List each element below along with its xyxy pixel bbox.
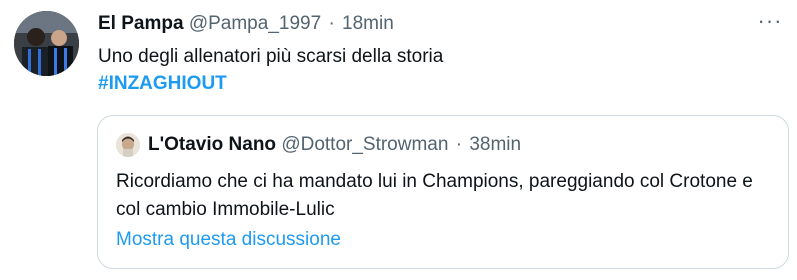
quoted-separator-dot: · xyxy=(455,134,463,155)
more-horizontal-icon: ··· xyxy=(757,8,783,33)
author-name[interactable]: El Pampa xyxy=(98,13,184,34)
author-handle[interactable]: @Pampa_1997 xyxy=(189,13,321,34)
separator-dot: · xyxy=(328,13,335,34)
show-thread-link[interactable]: Mostra questa discussione xyxy=(116,227,341,253)
more-options-button[interactable]: ··· xyxy=(755,8,785,37)
quoted-author-handle[interactable]: @Dottor_Strowman xyxy=(281,134,448,155)
timestamp[interactable]: 18min xyxy=(342,13,394,34)
quoted-text: Ricordiamo che ci ha mandato lui in Cham… xyxy=(116,171,753,220)
quoted-author-name[interactable]: L'Otavio Nano xyxy=(148,134,276,155)
tweet-header: El Pampa @Pampa_1997 · 18min xyxy=(98,11,394,37)
tweet-text: Uno degli allenatori più scarsi della st… xyxy=(98,43,443,97)
quoted-avatar-image xyxy=(116,133,140,157)
tweet-body: Uno degli allenatori più scarsi della st… xyxy=(98,46,444,67)
avatar-image xyxy=(14,11,79,76)
hashtag-link[interactable]: #INZAGHIOUT xyxy=(98,70,443,97)
quoted-header: L'Otavio Nano @Dottor_Strowman · 38min xyxy=(148,131,521,158)
quoted-avatar[interactable] xyxy=(116,133,140,157)
quoted-timestamp[interactable]: 38min xyxy=(469,134,521,155)
quoted-tweet[interactable]: L'Otavio Nano @Dottor_Strowman · 38min R… xyxy=(97,115,789,269)
tweet[interactable]: El Pampa @Pampa_1997 · 18min ··· Uno deg… xyxy=(0,0,797,280)
avatar[interactable] xyxy=(14,11,79,76)
